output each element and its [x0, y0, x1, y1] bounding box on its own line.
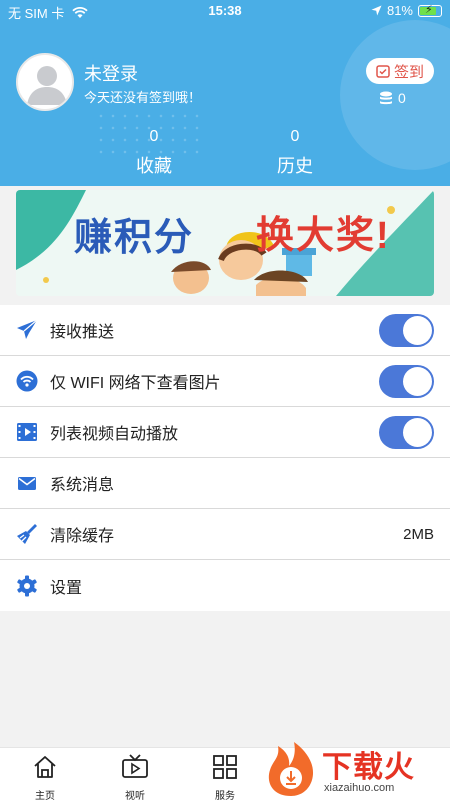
push-toggle[interactable] [379, 313, 434, 347]
settings-list: 接收推送 仅 WIFI 网络下查看图片 列表视频自动播放 系统消息 清除缓存 2… [0, 305, 450, 611]
signin-hint: 今天还没有签到哦！ [84, 90, 202, 105]
setting-settings[interactable]: 设置 [0, 560, 450, 611]
favorites-label: 收藏 [136, 156, 172, 176]
setting-autoplay-video[interactable]: 列表视频自动播放 [0, 407, 450, 458]
history-label: 历史 [277, 156, 313, 176]
coin-balance: 0 [378, 90, 406, 106]
banner-text-right: 换大奖! [256, 215, 391, 257]
signin-button[interactable]: 签到 [366, 58, 434, 84]
setting-label: 列表视频自动播放 [50, 426, 179, 443]
setting-system-messages[interactable]: 系统消息 [0, 458, 450, 509]
promo-banner[interactable]: 赚积分 换大奖! [16, 190, 434, 296]
battery-percent: 81% [386, 3, 413, 18]
home-icon [34, 756, 56, 778]
setting-label: 接收推送 [50, 324, 115, 341]
setting-label: 设置 [50, 579, 83, 597]
tv-icon [122, 754, 148, 778]
watermark: 下载火 xiazaihuo.com [262, 738, 450, 800]
tab-label: 服务 [215, 791, 235, 800]
broom-icon [16, 523, 38, 545]
setting-wifi-images[interactable]: 仅 WIFI 网络下查看图片 [0, 356, 450, 407]
wifi-icon [16, 370, 38, 392]
status-bar: 无 SIM 卡 15:38 81% ⚡ [0, 0, 450, 22]
tab-media[interactable]: 视听 [105, 754, 165, 800]
autoplay-toggle[interactable] [379, 415, 434, 449]
wifi-images-toggle[interactable] [379, 364, 434, 398]
gear-icon [16, 575, 38, 597]
tab-services[interactable]: 服务 [195, 754, 255, 800]
location-arrow-icon [371, 5, 382, 16]
setting-push-notifications[interactable]: 接收推送 [0, 305, 450, 356]
history-count: 0 [290, 128, 300, 145]
envelope-icon [16, 472, 38, 494]
setting-label: 清除缓存 [50, 528, 115, 545]
banner-text-left: 赚积分 [74, 217, 195, 259]
paper-plane-icon [16, 319, 38, 341]
username[interactable]: 未登录 [84, 60, 138, 86]
tab-home[interactable]: 主页 [15, 754, 75, 800]
watermark-text: 下载火 [322, 751, 415, 784]
tab-label: 视听 [125, 791, 145, 800]
favorites-count: 0 [149, 128, 159, 145]
battery-icon: ⚡ [418, 4, 442, 17]
setting-label: 仅 WIFI 网络下查看图片 [50, 375, 221, 392]
setting-clear-cache[interactable]: 清除缓存 2MB [0, 509, 450, 560]
video-film-icon [16, 421, 38, 443]
calendar-check-icon [376, 65, 390, 78]
cache-size: 2MB [403, 525, 434, 543]
avatar[interactable] [16, 53, 74, 111]
signin-label: 签到 [393, 63, 424, 81]
history-stat[interactable]: 0 历史 [255, 128, 335, 178]
tab-label: 主页 [35, 791, 55, 800]
favorites-stat[interactable]: 0 收藏 [114, 128, 194, 178]
setting-label: 系统消息 [50, 477, 115, 494]
coin-stack-icon [380, 91, 392, 105]
watermark-url: xiazaihuo.com [324, 782, 395, 794]
flame-logo-icon [268, 742, 314, 796]
coin-count: 0 [398, 90, 406, 106]
grid-icon [213, 755, 237, 779]
